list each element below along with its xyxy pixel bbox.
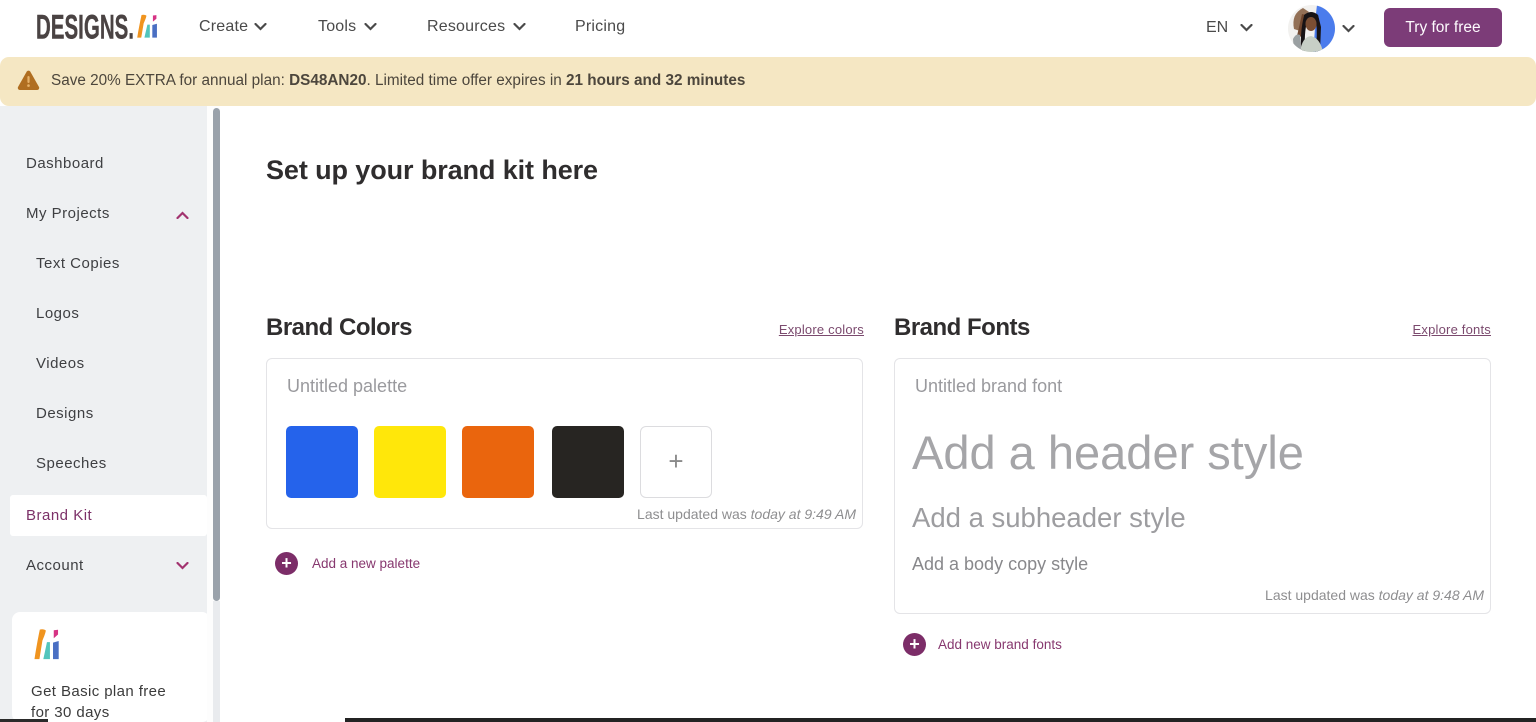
svg-text:DESIGNS.: DESIGNS.	[36, 9, 134, 47]
